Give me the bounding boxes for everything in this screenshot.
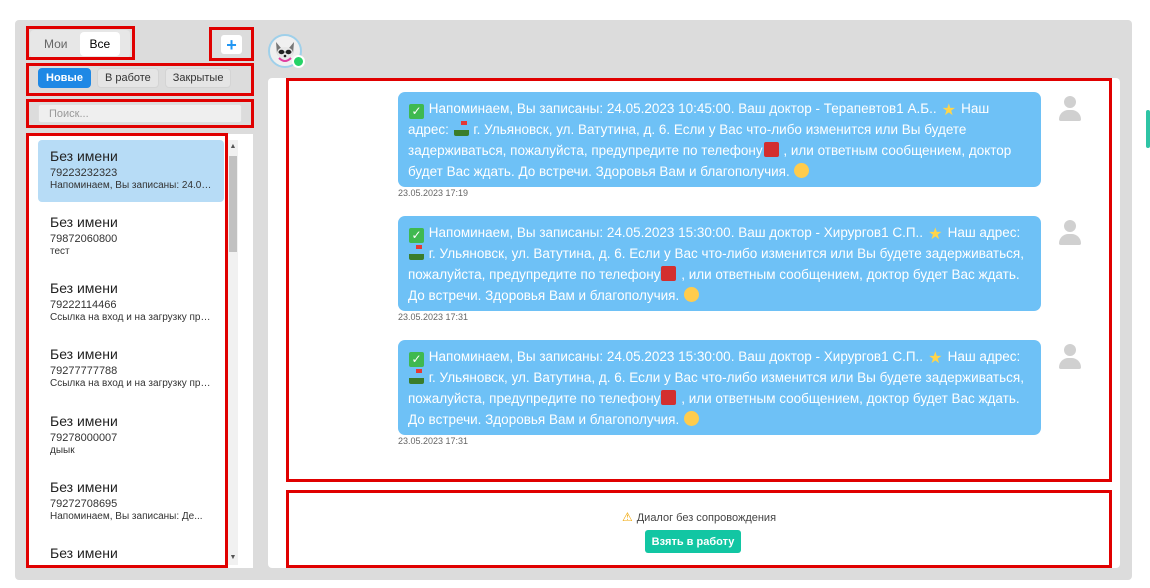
dialog-name: Без имени <box>50 413 118 429</box>
message-text: Наш адрес: <box>943 349 1021 364</box>
list-item[interactable]: Без имени 79872060800 тест <box>38 206 224 268</box>
dialog-preview: Ссылка на вход и на загрузку программы <box>50 378 212 389</box>
scroll-down-icon[interactable]: ▼ <box>228 553 238 563</box>
dialog-name: Без имени <box>50 214 118 230</box>
telephone-icon <box>661 266 677 281</box>
golf-flag-icon <box>409 369 424 384</box>
status-filters: Новые В работе Закрытые <box>38 68 232 88</box>
scroll-up-icon[interactable]: ▲ <box>228 142 238 152</box>
telephone-icon <box>763 142 779 157</box>
dialog-preview: тест <box>50 246 70 257</box>
dialog-name: Без имени <box>50 148 118 164</box>
side-panel-handle[interactable] <box>1146 110 1150 148</box>
dialog-scope-tabs: Мои Все <box>30 30 130 58</box>
unassigned-warning: ⚠ Диалог без сопровождения <box>286 510 1112 524</box>
tab-mine[interactable]: Мои <box>34 32 78 56</box>
message-bubble: ✓ Напоминаем, Вы записаны: 24.05.2023 10… <box>398 92 1041 187</box>
list-item[interactable]: Без имени 79223232323 Напоминаем, Вы зап… <box>38 140 224 202</box>
golf-flag-icon <box>453 121 469 136</box>
filter-in-progress[interactable]: В работе <box>96 68 159 88</box>
message-text: Напоминаем, Вы записаны: 24.05.2023 10:4… <box>425 101 941 116</box>
smiley-icon <box>684 287 699 302</box>
warning-icon: ⚠ <box>621 510 633 524</box>
list-item[interactable]: Без имени 79278000007 дыык <box>38 405 224 467</box>
star-icon: ★ <box>928 226 943 243</box>
check-mark-icon: ✓ <box>409 228 424 243</box>
dialog-name: Без имени <box>50 280 118 296</box>
message-text: Напоминаем, Вы записаны: 24.05.2023 15:3… <box>425 225 927 240</box>
check-mark-icon: ✓ <box>409 352 424 367</box>
message-timestamp: 23.05.2023 17:31 <box>398 436 469 446</box>
golf-flag-icon <box>409 245 424 260</box>
message-timestamp: 23.05.2023 17:31 <box>398 312 469 322</box>
star-icon: ★ <box>941 102 956 119</box>
list-item[interactable]: Без имени 79222114466 Ссылка на вход и н… <box>38 272 224 334</box>
telephone-icon <box>661 390 677 405</box>
list-item[interactable]: Без имени 79277777788 Ссылка на вход и н… <box>38 338 224 400</box>
star-icon: ★ <box>928 350 943 367</box>
warning-text: Диалог без сопровождения <box>636 512 777 524</box>
dialog-phone: 79872060800 <box>50 233 118 245</box>
dialog-name: Без имени <box>50 545 118 561</box>
message-bubble: ✓ Напоминаем, Вы записаны: 24.05.2023 15… <box>398 340 1041 435</box>
dialog-preview: дыык <box>50 445 75 456</box>
filter-closed[interactable]: Закрытые <box>164 68 232 88</box>
dialog-phone: 79223232323 <box>50 167 118 179</box>
dialog-list: Без имени 79223232323 Напоминаем, Вы зап… <box>28 134 253 568</box>
dialog-phone: 79277777788 <box>50 365 118 377</box>
scroll-thumb[interactable] <box>229 156 237 252</box>
smiley-icon <box>794 163 810 178</box>
dialog-preview: Напоминаем, Вы записаны: Де... <box>50 511 203 522</box>
message-bubble: ✓ Напоминаем, Вы записаны: 24.05.2023 15… <box>398 216 1041 311</box>
user-avatar-icon <box>1058 220 1082 248</box>
list-item[interactable]: Без имени <box>38 537 224 568</box>
user-avatar-icon <box>1058 344 1082 372</box>
filter-new[interactable]: Новые <box>38 68 91 88</box>
dialog-phone: 79272708695 <box>50 498 118 510</box>
dialog-name: Без имени <box>50 479 118 495</box>
search-input[interactable] <box>38 104 242 123</box>
tab-all[interactable]: Все <box>79 32 121 56</box>
dialog-phone: 79278000007 <box>50 432 118 444</box>
dialog-preview: Ссылка на вход и на загрузку программы <box>50 312 212 323</box>
whatsapp-icon <box>292 55 305 68</box>
dialog-phone: 79222114466 <box>50 299 117 311</box>
check-mark-icon: ✓ <box>409 104 424 119</box>
dialog-preview: Напоминаем, Вы записаны: 24.05.2023 10:4… <box>50 180 212 191</box>
smiley-icon <box>684 411 699 426</box>
user-avatar-icon <box>1058 96 1082 124</box>
message-timestamp: 23.05.2023 17:19 <box>398 188 469 198</box>
message-text: Наш адрес: <box>943 225 1021 240</box>
dialog-name: Без имени <box>50 346 118 362</box>
message-text: Напоминаем, Вы записаны: 24.05.2023 15:3… <box>425 349 927 364</box>
dialog-status-panel: ⚠ Диалог без сопровождения Взять в работу <box>286 490 1112 568</box>
list-item[interactable]: Без имени 79272708695 Напоминаем, Вы зап… <box>38 471 224 533</box>
add-dialog-button[interactable]: + <box>221 35 242 54</box>
take-to-work-button[interactable]: Взять в работу <box>645 530 741 553</box>
dialog-list-scrollbar[interactable]: ▲ ▼ <box>228 140 238 565</box>
